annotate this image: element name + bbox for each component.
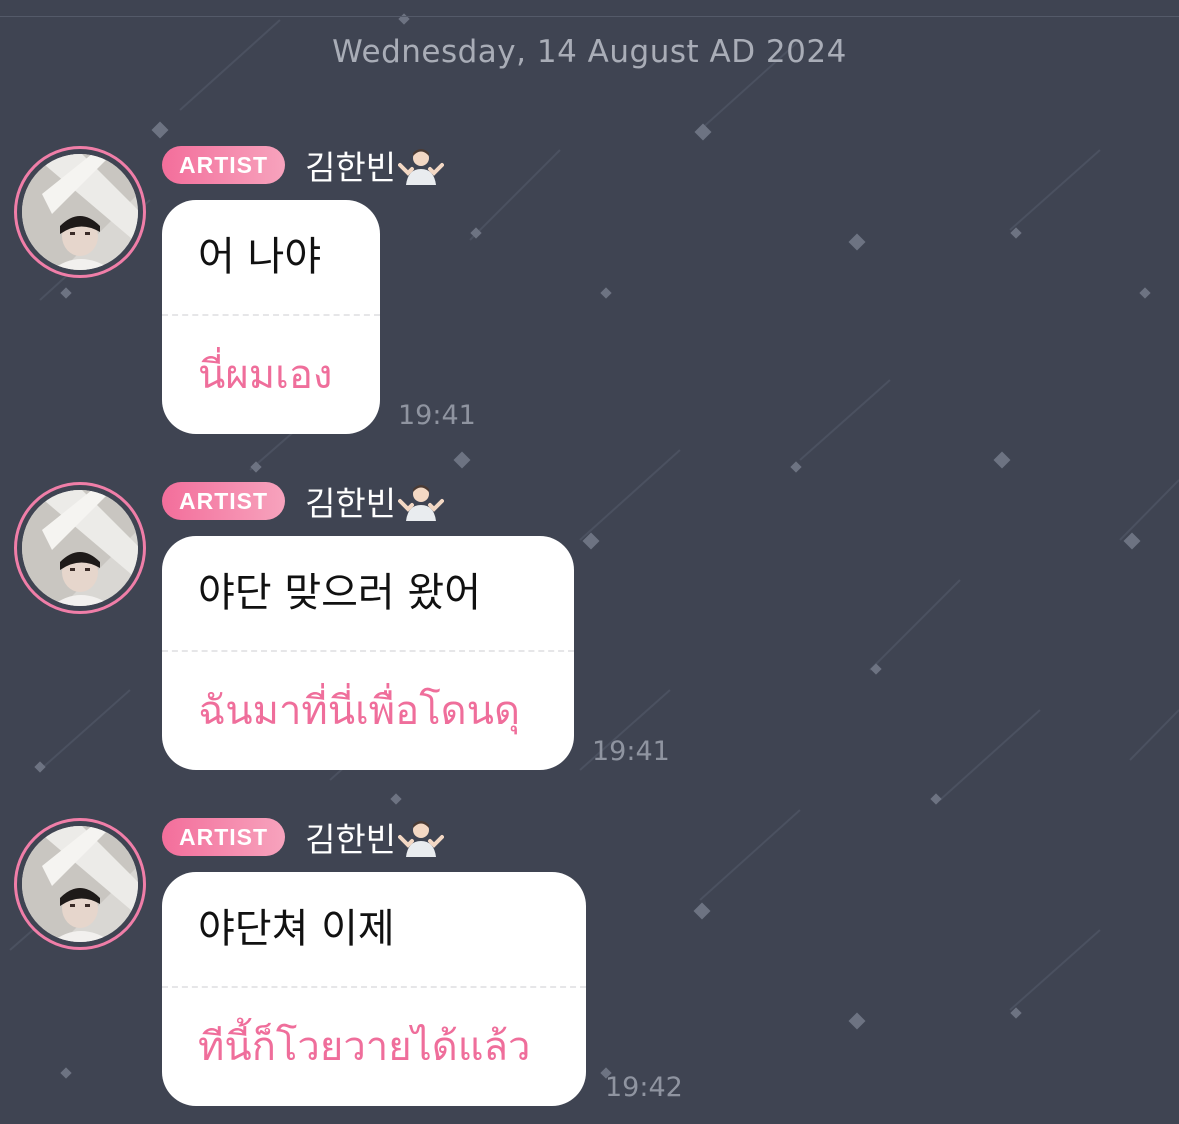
original-text: 야단 맞으러 왔어 bbox=[198, 570, 482, 616]
original-text: 야단쳐 이제 bbox=[198, 906, 395, 952]
translated-text: ฉันมาที่นี่เพื่อโดนดุ bbox=[198, 688, 520, 734]
person-shrugging-emoji bbox=[398, 821, 445, 857]
message-bubble[interactable]: 야단 맞으러 왔어 ฉันมาที่นี่เพื่อโดนดุ bbox=[162, 536, 574, 770]
sender-name[interactable]: 김한빈 bbox=[305, 813, 396, 861]
avatar[interactable] bbox=[14, 146, 146, 278]
person-shrugging-emoji bbox=[398, 149, 445, 185]
sender-row: ARTIST 김한빈 bbox=[162, 146, 445, 187]
message-time: 19:41 bbox=[592, 736, 670, 767]
sender-name[interactable]: 김한빈 bbox=[305, 477, 396, 525]
sender-row: ARTIST 김한빈 bbox=[162, 482, 445, 523]
message-time: 19:42 bbox=[605, 1072, 683, 1103]
avatar[interactable] bbox=[14, 818, 146, 950]
avatar[interactable] bbox=[14, 482, 146, 614]
translated-text: นี่ผมเอง bbox=[198, 352, 333, 398]
avatar-photo bbox=[22, 826, 138, 942]
top-divider bbox=[0, 16, 1179, 17]
avatar-photo bbox=[22, 154, 138, 270]
sender-name[interactable]: 김한빈 bbox=[305, 141, 396, 189]
message-bubble[interactable]: 야단쳐 이제 ทีนี้ก็โวยวายได้แล้ว bbox=[162, 872, 586, 1106]
date-separator: Wednesday, 14 August AD 2024 bbox=[332, 34, 847, 70]
message-bubble[interactable]: 어 나야 นี่ผมเอง bbox=[162, 200, 380, 434]
chat-message: ARTIST 김한빈 야단 맞으러 왔어 ฉันมาที่นี่เพื่อโดน… bbox=[0, 482, 1179, 772]
chat-message: ARTIST 김한빈 야단쳐 이제 ทีนี้ก็โวยวายได้แล้ว 1… bbox=[0, 818, 1179, 1108]
person-shrugging-emoji bbox=[398, 485, 445, 521]
avatar-photo bbox=[22, 490, 138, 606]
sender-row: ARTIST 김한빈 bbox=[162, 818, 445, 859]
artist-badge: ARTIST bbox=[162, 146, 286, 184]
artist-badge: ARTIST bbox=[162, 482, 286, 520]
chat-message: ARTIST 김한빈 어 나야 นี่ผมเอง 19:41 bbox=[0, 146, 1179, 436]
message-time: 19:41 bbox=[398, 400, 476, 431]
artist-badge: ARTIST bbox=[162, 818, 286, 856]
original-text: 어 나야 bbox=[198, 234, 322, 280]
translated-text: ทีนี้ก็โวยวายได้แล้ว bbox=[198, 1024, 531, 1070]
